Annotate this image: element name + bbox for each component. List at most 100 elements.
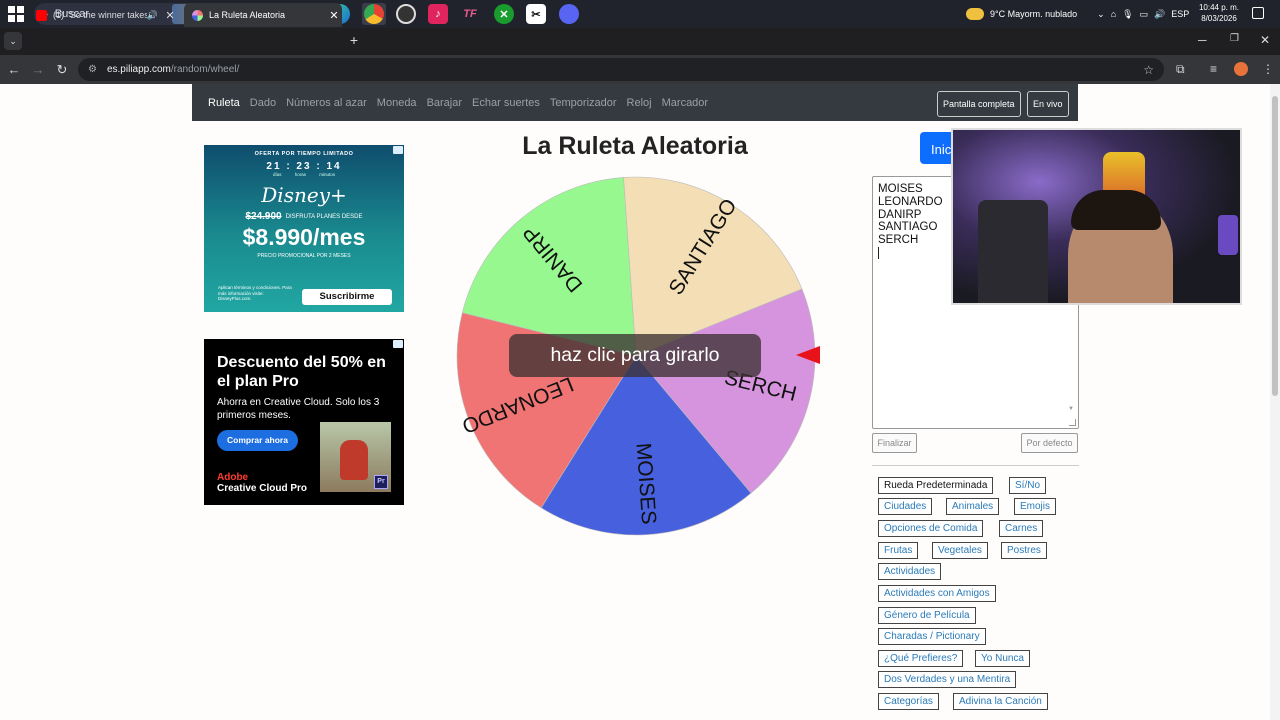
adchoices-icon[interactable] bbox=[393, 340, 403, 348]
ad-adobe[interactable]: Descuento del 50% en el plan Pro Ahorra … bbox=[204, 339, 404, 505]
category-animales[interactable]: Animales bbox=[946, 498, 1000, 515]
category-vegetales[interactable]: Vegetales bbox=[932, 542, 988, 559]
xbox-icon[interactable]: ✕ bbox=[494, 4, 514, 24]
category-opciones-comida[interactable]: Opciones de Comida bbox=[878, 520, 984, 537]
category-si-no[interactable]: Sí/No bbox=[1009, 477, 1047, 494]
live-button[interactable]: En vivo bbox=[1027, 91, 1069, 117]
new-tab-icon[interactable]: + bbox=[346, 32, 362, 48]
tray-wifi-icon[interactable]: ⌂ bbox=[1111, 9, 1116, 19]
site-info-icon[interactable]: ⚙ bbox=[88, 64, 97, 75]
tab-title: La Ruleta Aleatoria bbox=[209, 10, 286, 20]
url-path: /random/wheel/ bbox=[170, 64, 240, 75]
nav-dado[interactable]: Dado bbox=[250, 97, 276, 109]
nav-temporizador[interactable]: Temporizador bbox=[550, 97, 617, 109]
resize-grip-icon[interactable] bbox=[1069, 419, 1076, 426]
clock-date: 8/03/2026 bbox=[1201, 14, 1237, 23]
tray-network-icon[interactable]: ▭ bbox=[1140, 9, 1149, 20]
category-carnes[interactable]: Carnes bbox=[999, 520, 1044, 537]
obs-icon[interactable] bbox=[396, 4, 416, 24]
finish-button[interactable]: Finalizar bbox=[872, 433, 917, 453]
notification-icon[interactable] bbox=[1252, 7, 1264, 19]
category-categorias[interactable]: Categorías bbox=[878, 693, 939, 710]
menu-kebab-icon[interactable]: ⋮ bbox=[1262, 62, 1274, 76]
category-charadas[interactable]: Charadas / Pictionary bbox=[878, 628, 986, 645]
taskbar-clock[interactable]: 10:44 p. m. 8/03/2026 bbox=[1196, 2, 1242, 24]
weather-text[interactable]: 9°C Mayorm. nublado bbox=[990, 9, 1077, 19]
webcam-overlay bbox=[951, 128, 1242, 305]
capcut-icon[interactable]: ✂ bbox=[526, 4, 546, 24]
category-dos-verdades[interactable]: Dos Verdades y una Mentira bbox=[878, 671, 1017, 688]
category-ciudades[interactable]: Ciudades bbox=[878, 498, 933, 515]
tray-chevron-icon[interactable]: ⌄ bbox=[1097, 9, 1105, 20]
chrome-icon[interactable] bbox=[364, 4, 384, 24]
tab-youtube[interactable]: (1) "So the winner takes it al 🔊 ✕ bbox=[28, 3, 178, 27]
webcam-hair bbox=[1071, 190, 1161, 230]
tray-volume-icon[interactable]: 🔊 bbox=[1154, 9, 1165, 20]
address-bar[interactable]: ⚙ es.piliapp.com/random/wheel/ ☆ bbox=[78, 58, 1164, 81]
media-control-icon[interactable]: ≡ bbox=[1210, 62, 1217, 76]
tf-icon[interactable]: TF bbox=[460, 4, 480, 24]
ad-legal: Aplican términos y condiciones. Para más… bbox=[218, 285, 292, 301]
nav-marcador[interactable]: Marcador bbox=[662, 97, 708, 109]
bookmark-star-icon[interactable]: ☆ bbox=[1143, 63, 1154, 77]
tiktok-icon[interactable]: ♪ bbox=[428, 4, 448, 24]
spin-message[interactable]: haz clic para girarlo bbox=[509, 334, 761, 377]
back-icon[interactable]: ← bbox=[5, 61, 23, 79]
rider-figure bbox=[340, 440, 368, 480]
forward-icon[interactable]: → bbox=[29, 61, 47, 79]
close-tab-icon[interactable]: ✕ bbox=[326, 9, 342, 22]
nav-moneda[interactable]: Moneda bbox=[377, 97, 417, 109]
webcam-chair bbox=[978, 200, 1048, 303]
category-adivina-cancion[interactable]: Adivina la Canción bbox=[953, 693, 1048, 710]
extensions-icon[interactable]: ⧉ bbox=[1176, 62, 1185, 77]
reload-icon[interactable]: ↻ bbox=[53, 61, 71, 79]
close-tab-icon[interactable]: ✕ bbox=[162, 9, 178, 22]
category-que-prefieres[interactable]: ¿Qué Prefieres? bbox=[878, 650, 964, 667]
buy-now-button[interactable]: Comprar ahora bbox=[217, 430, 298, 451]
category-yo-nunca[interactable]: Yo Nunca bbox=[975, 650, 1030, 667]
nav-numeros[interactable]: Números al azar bbox=[286, 97, 367, 109]
tray-lang[interactable]: ESP bbox=[1171, 9, 1189, 19]
ad-disney[interactable]: OFERTA POR TIEMPO LIMITADO 21 : 23 : 14 … bbox=[204, 145, 404, 312]
category-emojis[interactable]: Emojis bbox=[1014, 498, 1057, 515]
profile-avatar[interactable] bbox=[1234, 62, 1248, 76]
ad-offer-text: DISFRUTA PLANES DESDE bbox=[285, 213, 363, 220]
nav-reloj[interactable]: Reloj bbox=[627, 97, 652, 109]
youtube-icon bbox=[36, 9, 47, 21]
category-postres[interactable]: Postres bbox=[1001, 542, 1047, 559]
subscribe-button[interactable]: Suscribirme bbox=[302, 289, 392, 305]
restore-icon[interactable]: ❐ bbox=[1230, 33, 1239, 44]
windows-start-icon[interactable] bbox=[8, 6, 24, 22]
ad-promo: PRECIO PROMOCIONAL POR 2 MESES bbox=[257, 253, 351, 259]
nav-ruleta[interactable]: Ruleta bbox=[208, 97, 240, 109]
site-nav: Ruleta Dado Números al azar Moneda Baraj… bbox=[192, 84, 1078, 121]
category-actividades-amigos[interactable]: Actividades con Amigos bbox=[878, 585, 996, 602]
nav-barajar[interactable]: Barajar bbox=[427, 97, 462, 109]
url-domain: es.piliapp.com bbox=[106, 64, 171, 75]
tray-mic-icon[interactable]: 🎙 bbox=[1122, 9, 1133, 20]
ad-old-price: $24.900 bbox=[245, 211, 282, 222]
divider bbox=[872, 465, 1079, 466]
wheel-pointer-icon bbox=[796, 346, 820, 364]
close-window-icon[interactable]: ✕ bbox=[1260, 33, 1270, 47]
page-title: La Ruleta Aleatoria bbox=[522, 132, 748, 160]
speaker-icon[interactable]: 🔊 bbox=[147, 10, 158, 21]
page-scrollbar[interactable] bbox=[1270, 84, 1280, 720]
category-genero-pelicula[interactable]: Género de Película bbox=[878, 607, 976, 624]
ad-price: $8.990/mes bbox=[242, 224, 366, 250]
adchoices-icon[interactable] bbox=[393, 146, 403, 154]
scroll-thumb[interactable] bbox=[1272, 96, 1278, 396]
tab-search-chevron-icon[interactable]: ⌄ bbox=[4, 32, 22, 50]
tab-ruleta[interactable]: La Ruleta Aleatoria ✕ bbox=[184, 3, 342, 27]
fullscreen-button[interactable]: Pantalla completa bbox=[937, 91, 1021, 117]
minimize-icon[interactable]: ─ bbox=[1198, 33, 1207, 47]
discord-icon[interactable] bbox=[559, 4, 579, 24]
ad-rider-image: Pr bbox=[320, 422, 391, 492]
nav-echar-suertes[interactable]: Echar suertes bbox=[472, 97, 540, 109]
category-frutas[interactable]: Frutas bbox=[878, 542, 919, 559]
category-rueda-predeterminada[interactable]: Rueda Predeterminada bbox=[878, 477, 994, 494]
textarea-scroll-arrow-icon[interactable]: ▼ bbox=[1068, 403, 1074, 416]
default-button[interactable]: Por defecto bbox=[1021, 433, 1078, 453]
tab-title: (1) "So the winner takes it al bbox=[53, 10, 147, 20]
category-actividades[interactable]: Actividades bbox=[878, 563, 942, 580]
